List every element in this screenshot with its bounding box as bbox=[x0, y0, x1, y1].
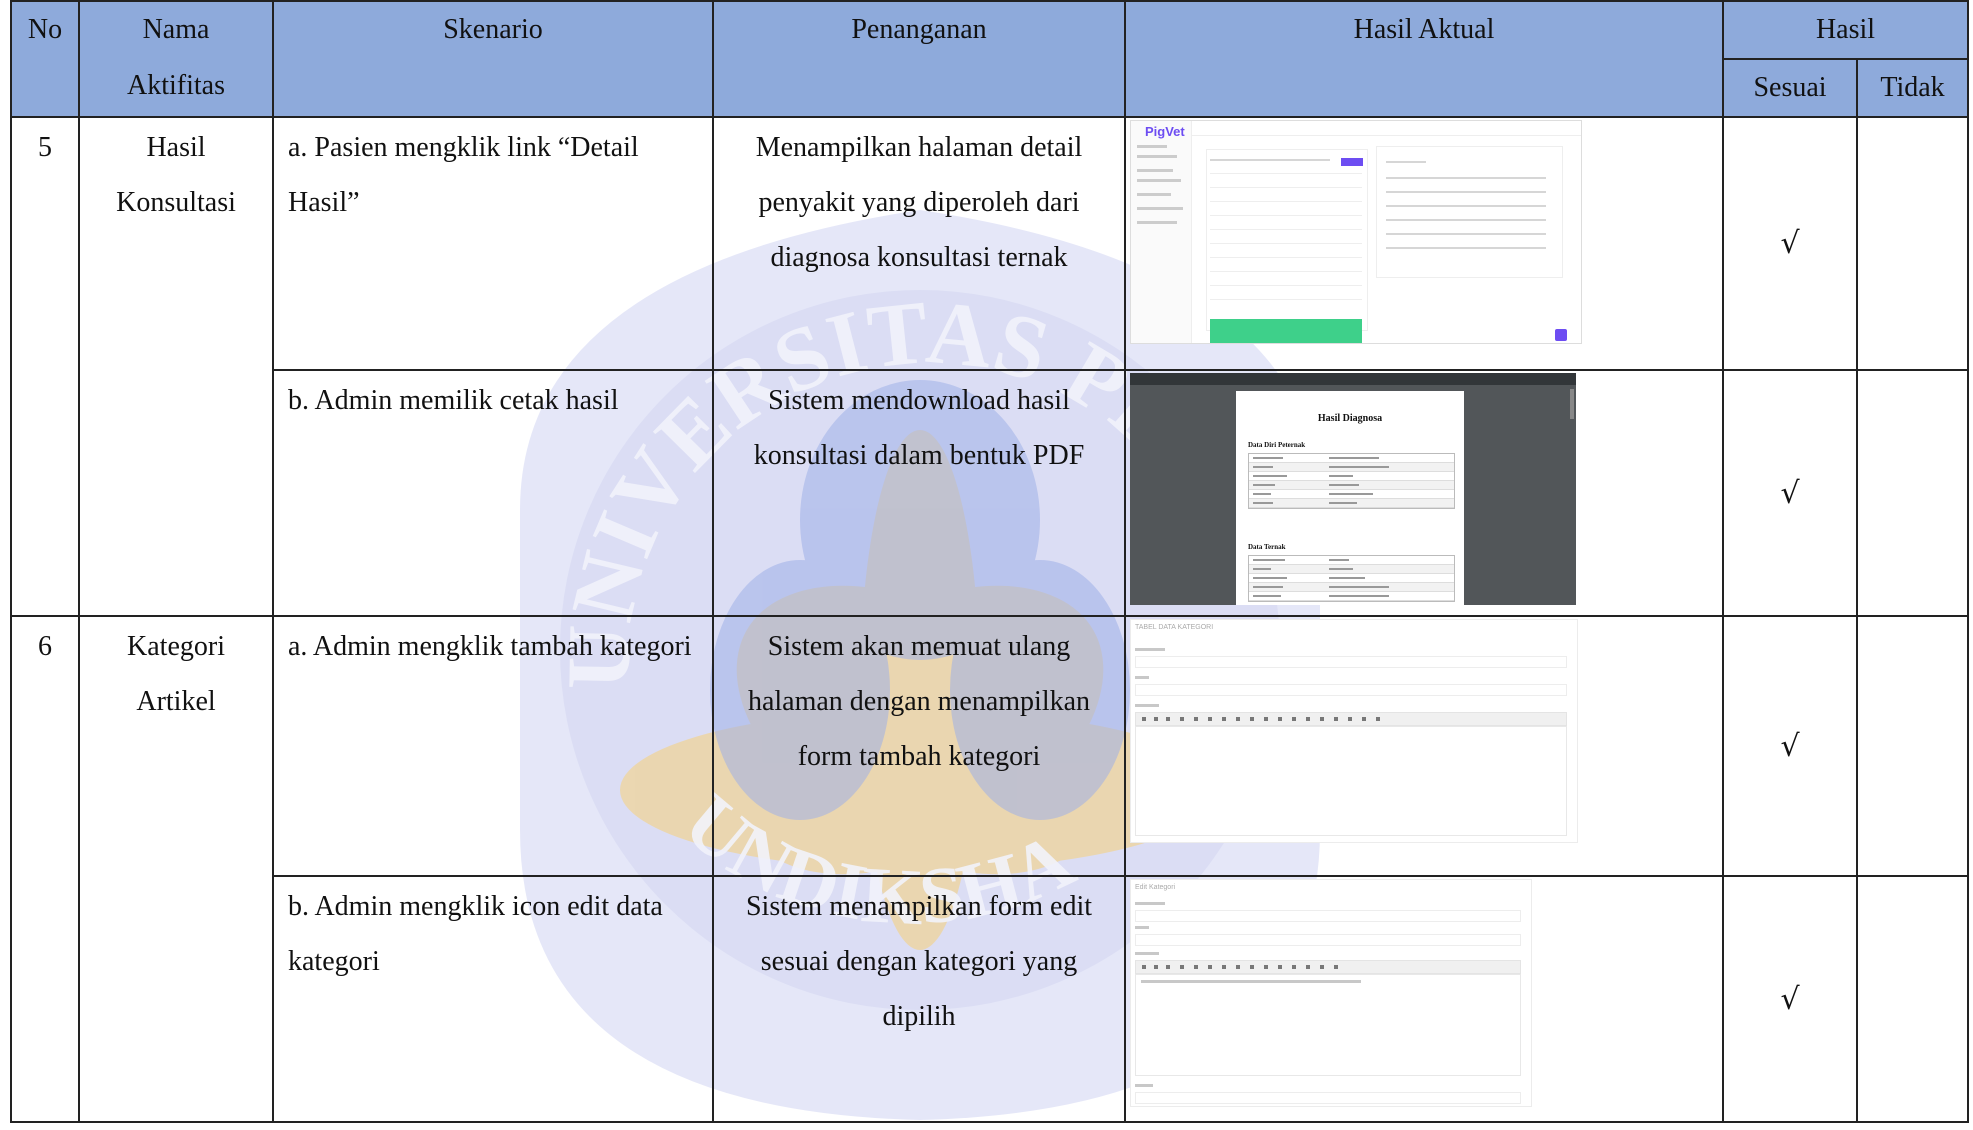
cell-penanganan: Sistem mendownload hasil konsultasi dala… bbox=[712, 369, 1126, 617]
cell-skenario: b. Admin memilik cetak hasil bbox=[272, 369, 714, 617]
header-row-1: No Nama Aktifitas Skenario Penanganan Ha… bbox=[10, 0, 1970, 118]
header-hasil-aktual: Hasil Aktual bbox=[1124, 0, 1724, 118]
cell-sesuai: √ bbox=[1722, 369, 1858, 617]
cell-hasil-aktual: Hasil Diagnosa Data Diri Peternak Data T… bbox=[1124, 369, 1724, 617]
cell-nama-aktifitas: Hasil Konsultasi bbox=[78, 116, 274, 617]
cell-no: 5 bbox=[10, 116, 80, 617]
header-hasil: Hasil bbox=[1721, 0, 1970, 60]
cell-sesuai: √ bbox=[1722, 116, 1858, 371]
cell-penanganan: Sistem akan memuat ulang halaman dengan … bbox=[712, 615, 1126, 877]
form-title: TABEL DATA KATEGORI bbox=[1135, 624, 1214, 631]
tambah-kategori-form-screenshot: TABEL DATA KATEGORI bbox=[1130, 619, 1578, 843]
pdf-section-title: Data Diri Peternak bbox=[1248, 441, 1306, 449]
pdf-section-title: Data Ternak bbox=[1248, 543, 1286, 551]
pdf-preview-screenshot: Hasil Diagnosa Data Diri Peternak Data T… bbox=[1130, 373, 1576, 605]
cell-penanganan: Menampilkan halaman detail penyakit yang… bbox=[712, 116, 1126, 371]
pigvet-detail-screenshot: PigVet bbox=[1130, 120, 1582, 344]
nama-line: Artikel bbox=[136, 686, 216, 717]
nama-line: Kategori bbox=[127, 631, 225, 662]
table-row: b. Admin memilik cetak hasil Sistem mend… bbox=[11, 369, 1970, 617]
cell-penanganan: Sistem menampilkan form edit sesuai deng… bbox=[712, 875, 1126, 1123]
cell-tidak bbox=[1855, 116, 1970, 371]
cell-no: 6 bbox=[10, 615, 80, 1123]
pigvet-logo: PigVet bbox=[1145, 124, 1185, 139]
cell-hasil-aktual: TABEL DATA KATEGORI bbox=[1124, 615, 1724, 877]
cell-tidak bbox=[1855, 369, 1970, 617]
cell-sesuai: √ bbox=[1722, 875, 1858, 1123]
header-skenario: Skenario bbox=[272, 0, 714, 118]
header-nama-aktifitas: Nama Aktifitas bbox=[78, 0, 274, 118]
table-row: 6 Kategori Artikel a. Admin mengklik tam… bbox=[10, 615, 1970, 1123]
pdf-title: Hasil Diagnosa bbox=[1317, 413, 1383, 424]
header-no: No bbox=[10, 0, 80, 118]
header-tidak: Tidak bbox=[1855, 58, 1970, 118]
cell-skenario: a. Pasien mengklik link “Detail Hasil” bbox=[272, 116, 714, 371]
nama-line: Hasil bbox=[146, 132, 206, 163]
pdf-page: Hasil Diagnosa Data Diri Peternak Data T… bbox=[1236, 391, 1464, 605]
cell-sesuai: √ bbox=[1722, 615, 1858, 877]
header-nama: Nama bbox=[142, 14, 210, 45]
cell-skenario: a. Admin mengklik tambah kategori bbox=[272, 615, 714, 877]
cell-hasil-aktual: PigVet bbox=[1124, 116, 1724, 371]
header-penanganan: Penanganan bbox=[712, 0, 1126, 118]
edit-kategori-form-screenshot: Edit Kategori bbox=[1130, 879, 1532, 1107]
cell-nama-aktifitas: Kategori Artikel bbox=[78, 615, 274, 1123]
header-sesuai: Sesuai bbox=[1722, 58, 1858, 118]
cell-tidak bbox=[1855, 615, 1970, 877]
cell-hasil-aktual: Edit Kategori bbox=[1124, 875, 1724, 1123]
table-row: b. Admin mengklik icon edit data kategor… bbox=[11, 875, 1970, 1123]
nama-line: Konsultasi bbox=[116, 187, 236, 218]
form-title: Edit Kategori bbox=[1135, 884, 1176, 891]
header-aktifitas: Aktifitas bbox=[127, 70, 225, 101]
cell-tidak bbox=[1855, 875, 1970, 1123]
test-result-table: No Nama Aktifitas Skenario Penanganan Ha… bbox=[10, 0, 1970, 1123]
table-row: 5 Hasil Konsultasi a. Pasien mengklik li… bbox=[10, 116, 1970, 617]
cell-skenario: b. Admin mengklik icon edit data kategor… bbox=[272, 875, 714, 1123]
